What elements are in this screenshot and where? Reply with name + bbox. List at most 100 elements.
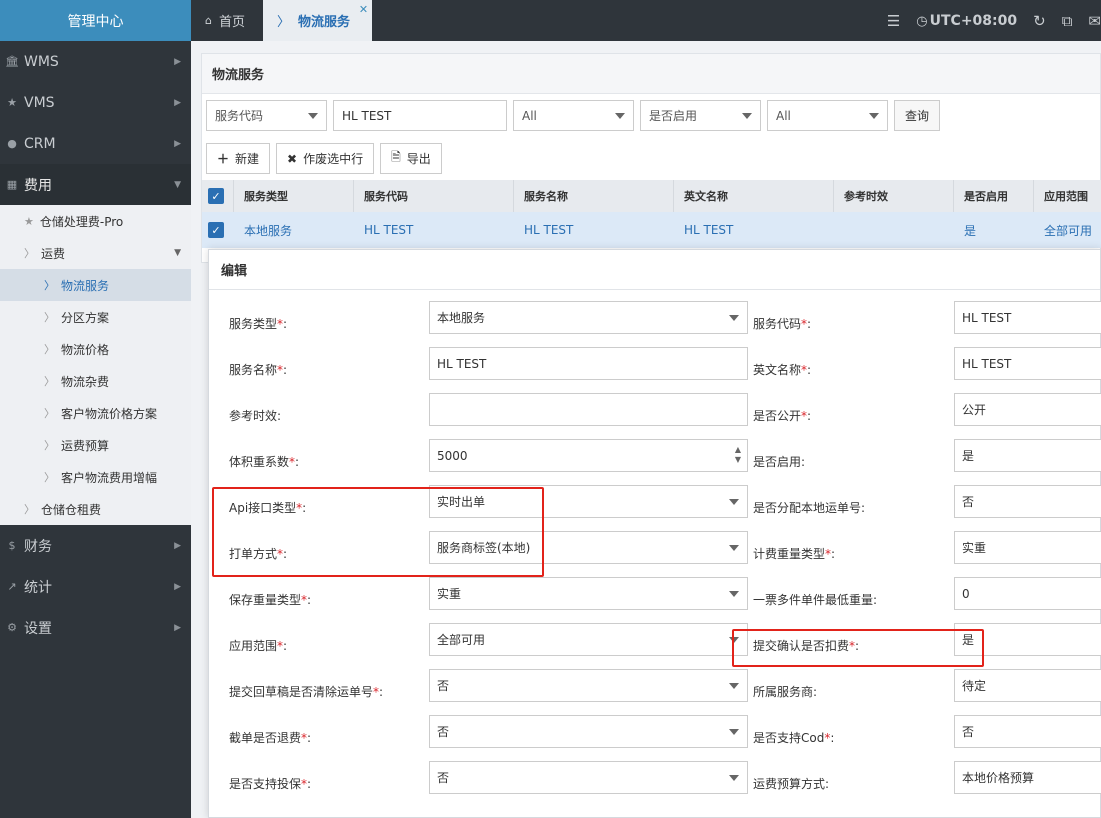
form-select[interactable]: 全部可用 — [429, 623, 748, 656]
input-value: HL TEST — [342, 108, 392, 123]
sidebar-item-storage-rent[interactable]: 〉 仓储仓租费 — [0, 493, 191, 525]
form-field[interactable]: 本地价格预算 — [954, 761, 1101, 794]
label-text: 保存重量类型 — [229, 593, 302, 607]
search-input[interactable]: HL TEST — [333, 100, 507, 131]
col-header[interactable]: 应用范围 — [1034, 180, 1101, 212]
void-selected-button[interactable]: ✖ 作废选中行 — [276, 143, 375, 174]
form-label: 是否分配本地运单号: — [753, 501, 866, 515]
sidebar-item-label: 分区方案 — [61, 310, 110, 325]
label-text: 应用范围 — [229, 639, 278, 653]
form-field[interactable]: 公开 — [954, 393, 1101, 426]
form-field[interactable]: 0 — [954, 577, 1101, 610]
form-label: 打单方式*: — [229, 547, 288, 561]
form-label: 所属服务商: — [753, 685, 818, 699]
filter-select-4[interactable]: All — [767, 100, 888, 131]
form-field[interactable]: HL TEST — [954, 301, 1101, 334]
form-select[interactable]: 实时出单 — [429, 485, 748, 518]
form-field[interactable]: 待定 — [954, 669, 1101, 702]
sidebar-item-freight[interactable]: 〉 运费 ▼ — [0, 237, 191, 269]
chevron-down-icon: ▼ — [174, 179, 181, 190]
form-select[interactable]: 否 — [429, 715, 748, 748]
col-header[interactable]: 服务代码 — [354, 180, 514, 212]
field-value: 公开 — [962, 403, 987, 417]
form-number-input[interactable]: 5000 ▲ ▼ — [429, 439, 748, 472]
row-checkbox[interactable]: ✓ — [202, 212, 234, 248]
list-icon[interactable]: ☰ — [887, 12, 900, 30]
sidebar-item-zone-plan[interactable]: 〉 分区方案 — [0, 301, 191, 333]
field-value: HL TEST — [437, 356, 487, 371]
close-icon[interactable]: ✕ — [359, 3, 368, 16]
field-select[interactable]: 服务代码 — [206, 100, 327, 131]
table-row[interactable]: ✓ 本地服务 HL TEST HL TEST HL TEST 是 全部可用 — [202, 212, 1101, 248]
sidebar-item-customer-price-plan[interactable]: 〉 客户物流价格方案 — [0, 397, 191, 429]
form-row: 参考时效: 是否公开*: 公开 — [209, 393, 1101, 439]
sidebar-item-finance[interactable]: $ 财务 ▶ — [0, 525, 191, 566]
form-select[interactable]: 本地服务 — [429, 301, 748, 334]
form-label: 计费重量类型*: — [753, 547, 836, 561]
sidebar-item-stats[interactable]: ↗ 统计 ▶ — [0, 566, 191, 607]
app-title[interactable]: 管理中心 — [0, 0, 191, 41]
sidebar-item-freight-budget[interactable]: 〉 运费预算 — [0, 429, 191, 461]
col-header[interactable]: 英文名称 — [674, 180, 834, 212]
field-value: HL TEST — [962, 310, 1012, 325]
chevron-down-icon — [869, 113, 879, 119]
sidebar-item-label: 仓储仓租费 — [41, 502, 102, 517]
new-button[interactable]: ＋ 新建 — [206, 143, 271, 174]
form-field[interactable]: HL TEST — [954, 347, 1101, 380]
spinner-icon[interactable]: ▲ ▼ — [735, 445, 741, 465]
required-mark: * — [801, 317, 808, 331]
sidebar-item-customer-fee-increase[interactable]: 〉 客户物流费用增幅 — [0, 461, 191, 493]
form-select[interactable]: 实重 — [429, 577, 748, 610]
form-field[interactable]: 否 — [954, 715, 1101, 748]
label-text: 打单方式 — [229, 547, 278, 561]
col-header[interactable]: 参考时效 — [834, 180, 954, 212]
form-row: 是否支持投保*: 否 运费预算方式: 本地价格预算 — [209, 761, 1101, 807]
query-button[interactable]: 查询 — [894, 100, 941, 131]
form-field[interactable]: 是 — [954, 623, 1101, 656]
select-value: 服务代码 — [215, 109, 264, 123]
required-mark: * — [277, 639, 284, 653]
sidebar-item-logistics-price[interactable]: 〉 物流价格 — [0, 333, 191, 365]
timezone-display[interactable]: ◷ UTC+08:00 — [916, 13, 1017, 29]
form-text-input[interactable]: HL TEST — [429, 347, 748, 380]
sidebar-item-logistics-service[interactable]: 〉 物流服务 — [0, 269, 191, 301]
label-text: 是否支持投保 — [229, 777, 302, 791]
form-text-input[interactable] — [429, 393, 748, 426]
col-header[interactable]: 是否启用 — [954, 180, 1034, 212]
sidebar-item-wms[interactable]: 🏛 WMS ▶ — [0, 41, 191, 82]
sidebar-item-vms[interactable]: ★ VMS ▶ — [0, 82, 191, 123]
times-icon: ✖ — [287, 151, 298, 166]
form-label: 服务类型*: — [229, 317, 288, 331]
form-field[interactable]: 否 — [954, 485, 1101, 518]
form-row: Api接口类型*: 实时出单 是否分配本地运单号: 否 — [209, 485, 1101, 531]
export-button[interactable]: 🗎 导出 — [380, 143, 442, 174]
col-header[interactable]: 服务名称 — [514, 180, 674, 212]
col-header[interactable]: 服务类型 — [234, 180, 354, 212]
tab-home[interactable]: ⌂ 首页 — [191, 0, 263, 41]
form-label: 参考时效: — [229, 409, 282, 423]
sidebar: 管理中心 🏛 WMS ▶ ★ VMS ▶ ● CRM ▶ ▦ 费用 ▼ ★ 仓储… — [0, 0, 191, 818]
sidebar-item-fees[interactable]: ▦ 费用 ▼ — [0, 164, 191, 205]
enabled-select[interactable]: 是否启用 — [640, 100, 761, 131]
field-value: 是 — [962, 633, 975, 647]
chevron-right-icon: 〉 — [44, 343, 55, 356]
sidebar-item-warehouse-fee[interactable]: ★ 仓储处理费-Pro — [0, 205, 191, 237]
field-value: 实重 — [437, 587, 462, 601]
form-label: 体积重系数*: — [229, 455, 300, 469]
sidebar-item-crm[interactable]: ● CRM ▶ — [0, 123, 191, 164]
button-label: 导出 — [406, 152, 431, 166]
select-all-checkbox[interactable]: ✓ — [202, 180, 234, 212]
form-field[interactable]: 实重 — [954, 531, 1101, 564]
edit-form: 服务类型*: 本地服务 服务代码*: HL TEST 服务名称*: HL TEST 英文名称… — [209, 301, 1101, 807]
sidebar-item-logistics-misc[interactable]: 〉 物流杂费 — [0, 365, 191, 397]
form-select[interactable]: 服务商标签(本地) — [429, 531, 748, 564]
mail-icon[interactable]: ✉ — [1088, 12, 1101, 30]
external-link-icon[interactable]: ⧉ — [1062, 12, 1073, 30]
form-select[interactable]: 否 — [429, 669, 748, 702]
tab-logistics-service[interactable]: 〉 物流服务 ✕ — [263, 0, 373, 41]
filter-select-2[interactable]: All — [513, 100, 634, 131]
form-select[interactable]: 否 — [429, 761, 748, 794]
refresh-icon[interactable]: ↻ — [1033, 12, 1046, 30]
form-field[interactable]: 是 — [954, 439, 1101, 472]
sidebar-item-settings[interactable]: ⚙ 设置 ▶ — [0, 607, 191, 648]
